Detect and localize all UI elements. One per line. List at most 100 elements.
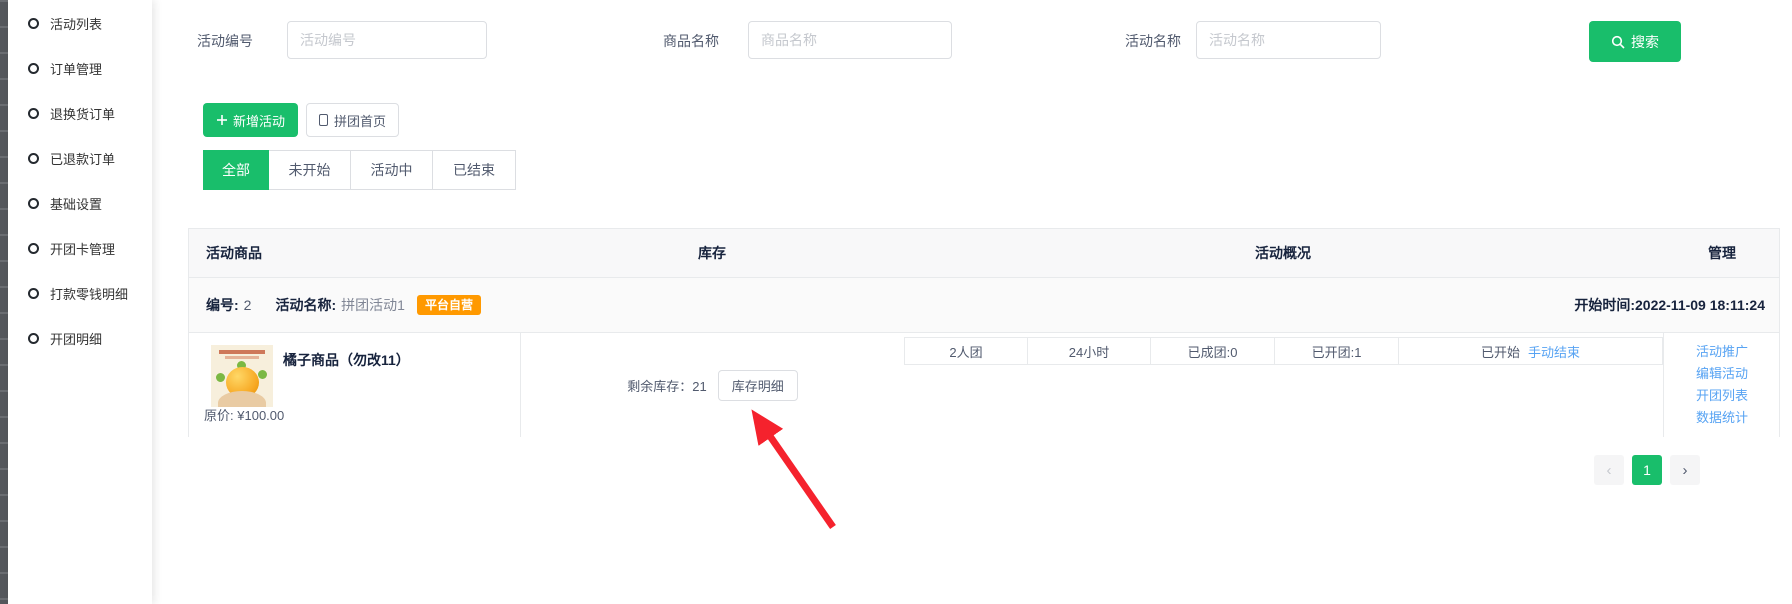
tab-ended[interactable]: 已结束 <box>432 150 516 190</box>
circle-icon <box>28 63 39 74</box>
circle-icon <box>28 333 39 344</box>
overview-cell-text: 24小时 <box>1069 342 1109 361</box>
tab-label: 全部 <box>222 160 250 180</box>
group-home-button[interactable]: 拼团首页 <box>306 103 399 137</box>
chevron-left-icon: ‹ <box>1607 462 1612 479</box>
start-time-label: 开始时间: <box>1574 297 1635 313</box>
pagination: ‹ 1 › <box>1594 455 1700 485</box>
edit-activity-link[interactable]: 编辑活动 <box>1696 363 1748 385</box>
sidebar-item-group-card-management[interactable]: 开团卡管理 <box>8 226 152 271</box>
add-activity-button[interactable]: 新增活动 <box>203 103 298 137</box>
search-icon <box>1611 35 1625 49</box>
price-value: ¥100.00 <box>237 408 284 423</box>
add-activity-label: 新增活动 <box>233 111 285 130</box>
remaining-stock-value: 21 <box>692 379 706 394</box>
sidebar-item-refunded-orders[interactable]: 已退款订单 <box>8 136 152 181</box>
overview-cell-text: 2人团 <box>949 342 982 361</box>
price-label: 原价: <box>204 408 234 423</box>
search-button[interactable]: 搜索 <box>1589 21 1681 62</box>
sidebar-item-return-orders[interactable]: 退换货订单 <box>8 91 152 136</box>
search-button-label: 搜索 <box>1631 32 1659 52</box>
sidebar-item-label: 退换货订单 <box>50 104 115 123</box>
activity-name-field-label: 活动名称: <box>275 295 336 315</box>
circle-icon <box>28 108 39 119</box>
sidebar-item-payment-detail[interactable]: 打款零钱明细 <box>8 271 152 316</box>
activity-no-value: 2 <box>244 297 252 313</box>
group-list-link[interactable]: 开团列表 <box>1696 385 1748 407</box>
circle-icon <box>28 153 39 164</box>
prev-page-button[interactable]: ‹ <box>1594 455 1624 485</box>
overview-groups-opened: 已开团:1 <box>1274 338 1398 364</box>
activity-name-input[interactable] <box>1196 21 1381 59</box>
overview-cell-text: 已开团:1 <box>1312 342 1362 361</box>
circle-icon <box>28 288 39 299</box>
next-page-button[interactable]: › <box>1670 455 1700 485</box>
overview-status: 已开始 手动结束 <box>1398 338 1662 364</box>
tab-not-started[interactable]: 未开始 <box>268 150 351 190</box>
tab-label: 未开始 <box>289 160 331 180</box>
page-1-button[interactable]: 1 <box>1632 455 1662 485</box>
remaining-stock: 剩余库存：21 <box>627 376 706 395</box>
sidebar-item-label: 打款零钱明细 <box>50 284 128 303</box>
activity-no-input[interactable] <box>287 21 487 59</box>
sidebar-item-label: 基础设置 <box>50 194 102 213</box>
sidebar-item-basic-settings[interactable]: 基础设置 <box>8 181 152 226</box>
header-manage: 管理 <box>1708 229 1736 278</box>
sidebar-item-activity-list[interactable]: 活动列表 <box>8 1 152 46</box>
header-product: 活动商品 <box>206 229 262 278</box>
manage-cell: 活动推广 编辑活动 开团列表 数据统计 <box>1663 333 1780 437</box>
product-title: 橘子商品（勿改11） <box>283 350 410 370</box>
sidebar-item-label: 订单管理 <box>50 59 102 78</box>
status-text: 已开始 <box>1481 342 1520 361</box>
remaining-stock-label: 剩余库存： <box>627 379 692 394</box>
overview-duration: 24小时 <box>1027 338 1150 364</box>
sidebar-item-label: 已退款订单 <box>50 149 115 168</box>
product-name-input[interactable] <box>748 21 952 59</box>
circle-icon <box>28 198 39 209</box>
group-home-label: 拼团首页 <box>334 111 386 130</box>
product-name-label: 商品名称 <box>663 31 719 51</box>
sidebar-item-label: 活动列表 <box>50 14 102 33</box>
table-header: 活动商品 库存 活动概况 管理 <box>189 229 1779 278</box>
header-overview: 活动概况 <box>1255 229 1311 278</box>
tab-label: 已结束 <box>453 160 495 180</box>
overview-cell-text: 已成团:0 <box>1188 342 1238 361</box>
platform-badge: 平台自营 <box>417 295 481 315</box>
start-time: 开始时间:2022-11-09 18:11:24 <box>1574 295 1765 315</box>
collapsed-panel-strip <box>0 0 8 604</box>
chevron-right-icon: › <box>1683 462 1688 479</box>
header-stock: 库存 <box>698 229 726 278</box>
activity-no-field-label: 编号: <box>206 295 239 315</box>
sidebar: 活动列表 订单管理 退换货订单 已退款订单 基础设置 开团卡管理 打款零钱明细 … <box>8 0 152 604</box>
stock-cell: 剩余库存：21 库存明细 <box>521 333 904 437</box>
product-thumbnail <box>211 345 273 407</box>
sidebar-item-label: 开团卡管理 <box>50 239 115 258</box>
status-tabs: 全部 未开始 活动中 已结束 <box>203 150 516 190</box>
overview-groups-completed: 已成团:0 <box>1150 338 1274 364</box>
manual-end-link[interactable]: 手动结束 <box>1528 342 1580 361</box>
tab-all[interactable]: 全部 <box>203 150 269 190</box>
tab-label: 活动中 <box>371 160 413 180</box>
activity-overview: 2人团 24小时 已成团:0 已开团:1 已开始 手动结束 <box>904 337 1663 365</box>
start-time-value: 2022-11-09 18:11:24 <box>1635 297 1765 313</box>
plus-icon <box>216 114 228 126</box>
activity-name-label: 活动名称 <box>1125 31 1181 51</box>
circle-icon <box>28 243 39 254</box>
product-cell: 橘子商品（勿改11） 原价: ¥100.00 <box>189 333 521 437</box>
activity-name-value: 拼团活动1 <box>341 295 405 315</box>
overview-group-size: 2人团 <box>905 338 1027 364</box>
data-statistics-link[interactable]: 数据统计 <box>1696 407 1748 429</box>
promote-activity-link[interactable]: 活动推广 <box>1696 341 1748 363</box>
sidebar-item-group-detail[interactable]: 开团明细 <box>8 316 152 361</box>
sidebar-item-label: 开团明细 <box>50 329 102 348</box>
page-icon <box>319 114 328 126</box>
activity-info-left: 编号: 2 活动名称: 拼团活动1 平台自营 <box>206 295 481 315</box>
circle-icon <box>28 18 39 29</box>
activity-info-row: 编号: 2 活动名称: 拼团活动1 平台自营 开始时间:2022-11-09 1… <box>189 278 1779 333</box>
stock-detail-button[interactable]: 库存明细 <box>718 370 798 401</box>
activity-no-label: 活动编号 <box>197 31 253 51</box>
table-row: 橘子商品（勿改11） 原价: ¥100.00 剩余库存：21 库存明细 2人团 … <box>189 333 1779 437</box>
product-price: 原价: ¥100.00 <box>204 405 284 424</box>
tab-in-progress[interactable]: 活动中 <box>350 150 433 190</box>
sidebar-item-order-management[interactable]: 订单管理 <box>8 46 152 91</box>
